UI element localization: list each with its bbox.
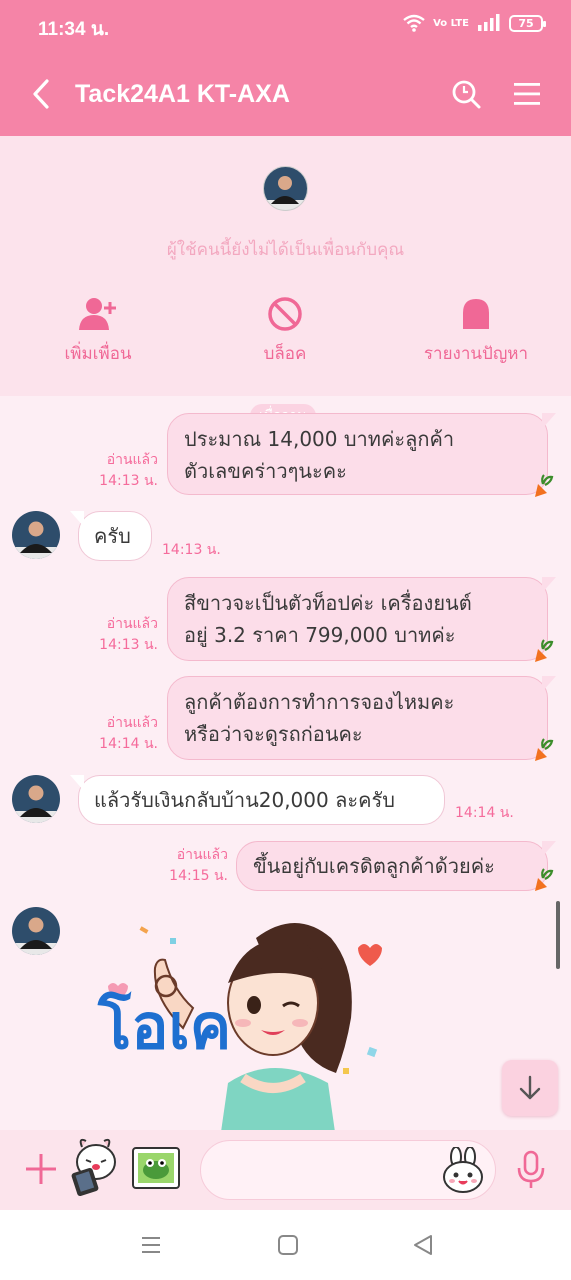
- contact-avatar[interactable]: [263, 166, 308, 211]
- ok-sticker[interactable]: โอเค: [78, 908, 408, 1130]
- sticker-text: โอเค: [97, 990, 231, 1063]
- microphone-icon[interactable]: [516, 1150, 546, 1190]
- search-icon[interactable]: [450, 78, 482, 110]
- message-input-bar: [0, 1130, 571, 1210]
- system-nav-bar: [0, 1210, 571, 1280]
- recent-apps-icon[interactable]: [140, 1234, 162, 1256]
- chat-title[interactable]: Tack24A1 KT-AXA: [75, 80, 290, 109]
- message-bubble-outgoing[interactable]: ลูกค้าต้องการทำการจองไหมคะ หรือว่าจะดูรถก…: [167, 676, 556, 760]
- block-button[interactable]: บล็อค: [200, 296, 370, 367]
- report-label: รายงานปัญหา: [423, 344, 529, 364]
- home-icon[interactable]: [277, 1234, 299, 1256]
- girl-sticker-image: โอเค: [97, 923, 382, 1130]
- sticker-frog-icon[interactable]: [131, 1144, 181, 1192]
- battery-indicator: 75: [509, 14, 546, 32]
- message-bubble-outgoing[interactable]: ประมาณ 14,000 บาทค่ะลูกค้า ตัวเลขคร่าวๆนะ…: [167, 413, 556, 495]
- signal-icon: [478, 14, 500, 31]
- arrow-down-icon: [519, 1075, 541, 1100]
- message-bubble-incoming[interactable]: แล้วรับเงินกลับบ้าน20,000 ละครับ: [70, 775, 445, 825]
- carrot-icon: [535, 738, 554, 761]
- scroll-to-bottom-button[interactable]: [502, 1060, 558, 1116]
- status-icons: Vo LTE 75: [403, 14, 546, 32]
- status-bar: 11:34 น. Vo LTE 75: [0, 0, 571, 52]
- hamburger-icon[interactable]: [513, 81, 541, 107]
- sticker-brown-icon[interactable]: [68, 1138, 122, 1196]
- volte-badge: Vo LTE: [433, 17, 469, 29]
- block-label: บล็อค: [263, 344, 307, 364]
- plus-icon[interactable]: [24, 1152, 58, 1186]
- message-input[interactable]: [200, 1140, 496, 1200]
- report-button[interactable]: รายงานปัญหา: [391, 296, 561, 367]
- sticker-cony-icon[interactable]: [441, 1147, 485, 1195]
- message-meta: อ่านแล้ว 14:13 น.: [99, 616, 158, 653]
- message-time: 14:13 น.: [162, 542, 221, 558]
- status-time: 11:34 น.: [38, 19, 110, 40]
- chat-scrollbar[interactable]: [556, 901, 560, 969]
- add-friend-button[interactable]: เพิ่มเพื่อน: [13, 296, 183, 367]
- message-bubble-outgoing[interactable]: สีขาวจะเป็นตัวท็อปค่ะ เครื่องยนต์ อยู่ 3.…: [167, 577, 556, 661]
- carrot-icon: [535, 474, 554, 497]
- not-friend-panel: ผู้ใช้คนนี้ยังไม่ได้เป็นเพื่อนกับคุณ เพิ…: [0, 136, 571, 396]
- add-friend-label: เพิ่มเพื่อน: [64, 344, 132, 364]
- report-bell-icon: [463, 299, 489, 329]
- message-meta: อ่านแล้ว 14:15 น.: [169, 847, 228, 884]
- chat-area[interactable]: เมื่อวาน อ่านแล้ว14:13 น. ประมาณ 14,000 …: [0, 396, 571, 1130]
- block-icon: [268, 297, 302, 331]
- wifi-icon: [403, 14, 425, 32]
- message-bubble-incoming[interactable]: ครับ: [70, 511, 152, 561]
- contact-avatar[interactable]: [12, 775, 60, 823]
- not-friend-text: ผู้ใช้คนนี้ยังไม่ได้เป็นเพื่อนกับคุณ: [166, 240, 405, 260]
- add-person-icon: [79, 298, 116, 330]
- chevron-left-icon[interactable]: [30, 78, 52, 110]
- message-time: 14:14 น.: [455, 805, 514, 821]
- chat-header: Tack24A1 KT-AXA: [0, 52, 571, 136]
- back-nav-icon[interactable]: [412, 1234, 434, 1256]
- message-meta: อ่านแล้ว 14:13 น.: [99, 452, 158, 489]
- message-bubble-outgoing[interactable]: ขึ้นอยู่กับเครดิตลูกค้าด้วยค่ะ: [236, 841, 556, 891]
- contact-avatar[interactable]: [12, 907, 60, 955]
- carrot-icon: [535, 639, 554, 662]
- contact-avatar[interactable]: [12, 511, 60, 559]
- message-meta: อ่านแล้ว 14:14 น.: [99, 715, 158, 752]
- carrot-icon: [535, 868, 554, 891]
